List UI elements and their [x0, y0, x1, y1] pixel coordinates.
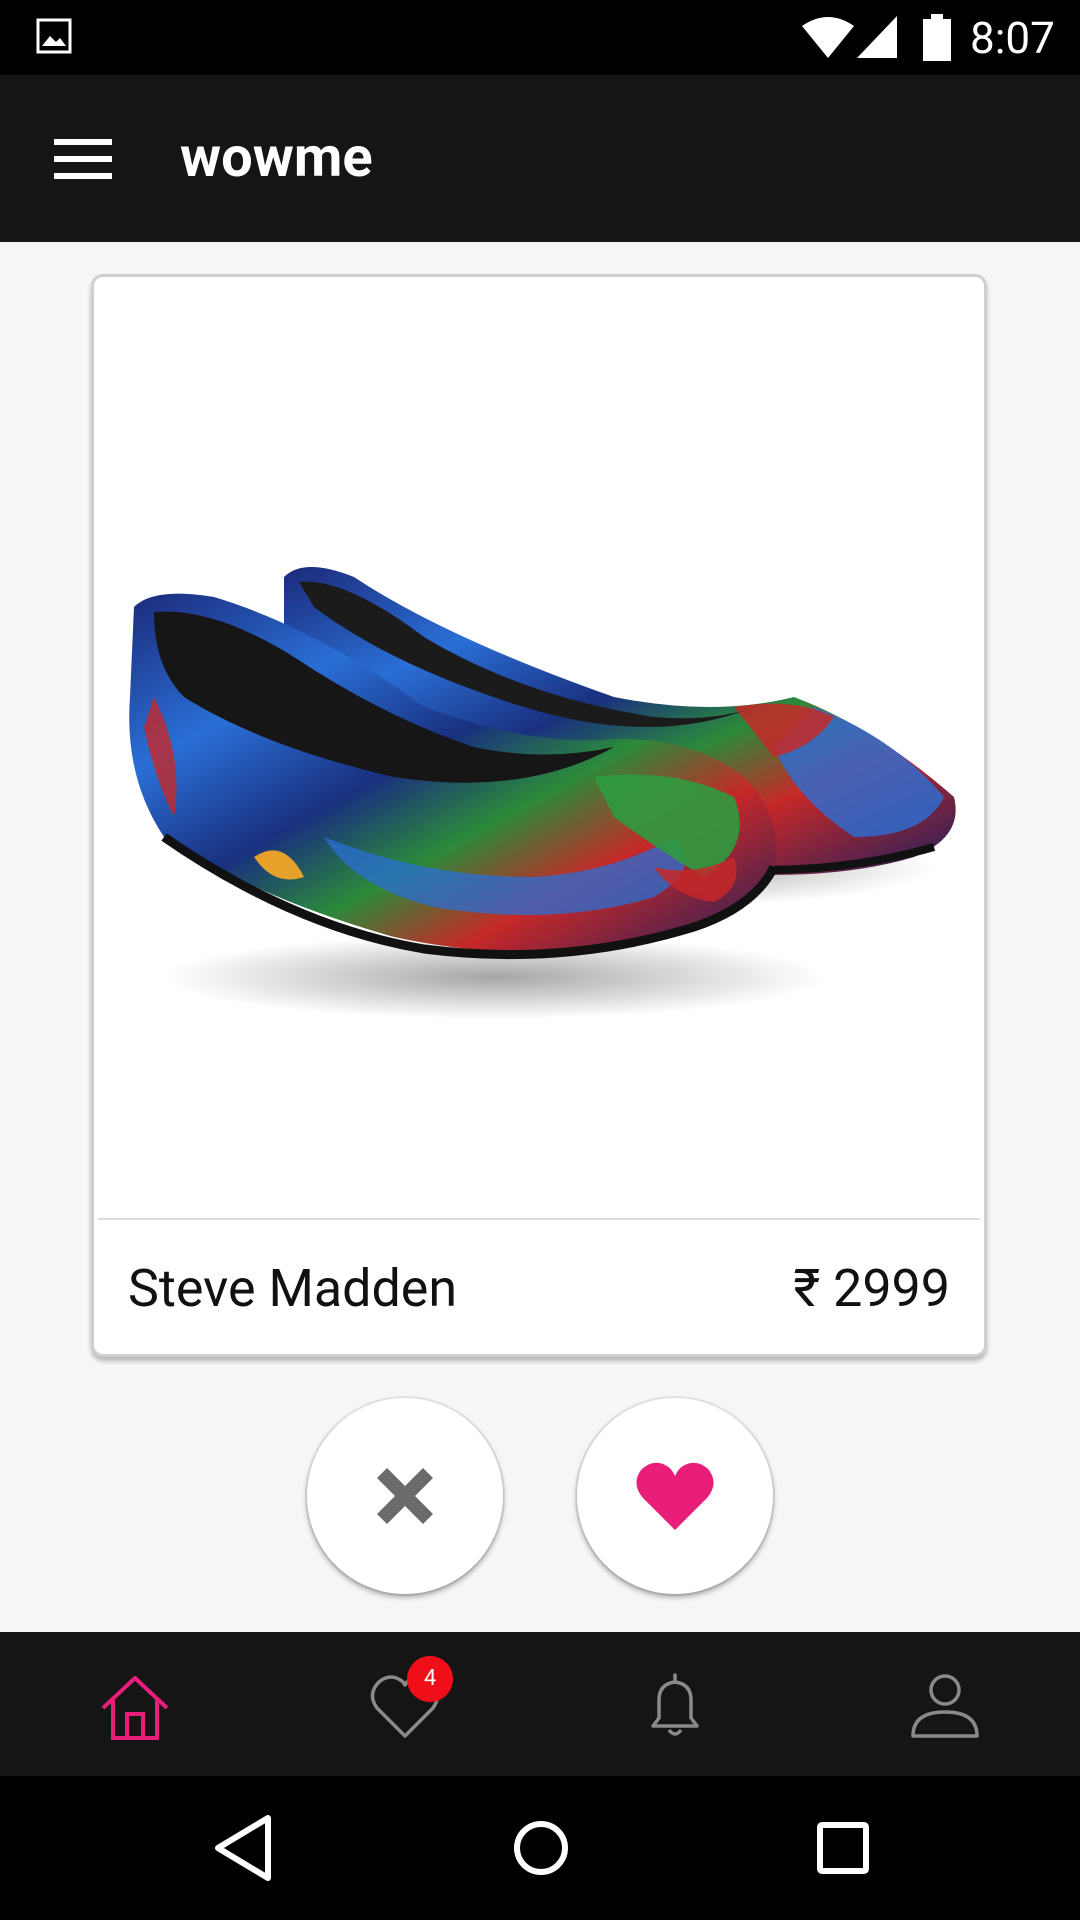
like-button[interactable] [577, 1398, 773, 1594]
recents-icon[interactable] [812, 1812, 874, 1884]
user-icon [911, 1674, 979, 1738]
product-price: ₹ 2999 [793, 1258, 950, 1319]
bottom-nav [0, 1632, 1080, 1776]
nav-item-profile[interactable] [810, 1632, 1080, 1776]
shoe-image [129, 567, 956, 1019]
app-bar: wowme [0, 75, 1080, 242]
favorites-badge: 4 [407, 1656, 453, 1702]
status-time: 8:07 [970, 12, 1055, 64]
wifi-icon [802, 17, 854, 58]
home-button-icon[interactable] [510, 1812, 572, 1884]
heart-icon [636, 1462, 714, 1530]
system-nav-bar [0, 1776, 1080, 1920]
card-divider [98, 1218, 980, 1220]
bell-icon [651, 1673, 699, 1736]
product-image [94, 277, 984, 1218]
product-brand: Steve Madden [128, 1258, 458, 1319]
close-icon [377, 1468, 433, 1524]
signal-icon [857, 16, 897, 58]
nav-item-notifications[interactable] [540, 1632, 810, 1776]
dislike-button[interactable] [307, 1398, 503, 1594]
menu-icon[interactable] [54, 137, 112, 181]
app-title: wowme [180, 124, 373, 190]
gallery-icon [36, 18, 72, 54]
back-icon[interactable] [212, 1812, 274, 1884]
product-card[interactable]: Steve Madden ₹ 2999 [91, 274, 987, 1357]
status-bar: 8:07 [0, 0, 1080, 75]
nav-item-favorites[interactable] [270, 1632, 540, 1776]
home-icon [101, 1676, 169, 1740]
nav-item-home[interactable] [0, 1632, 270, 1776]
battery-icon [923, 14, 951, 61]
